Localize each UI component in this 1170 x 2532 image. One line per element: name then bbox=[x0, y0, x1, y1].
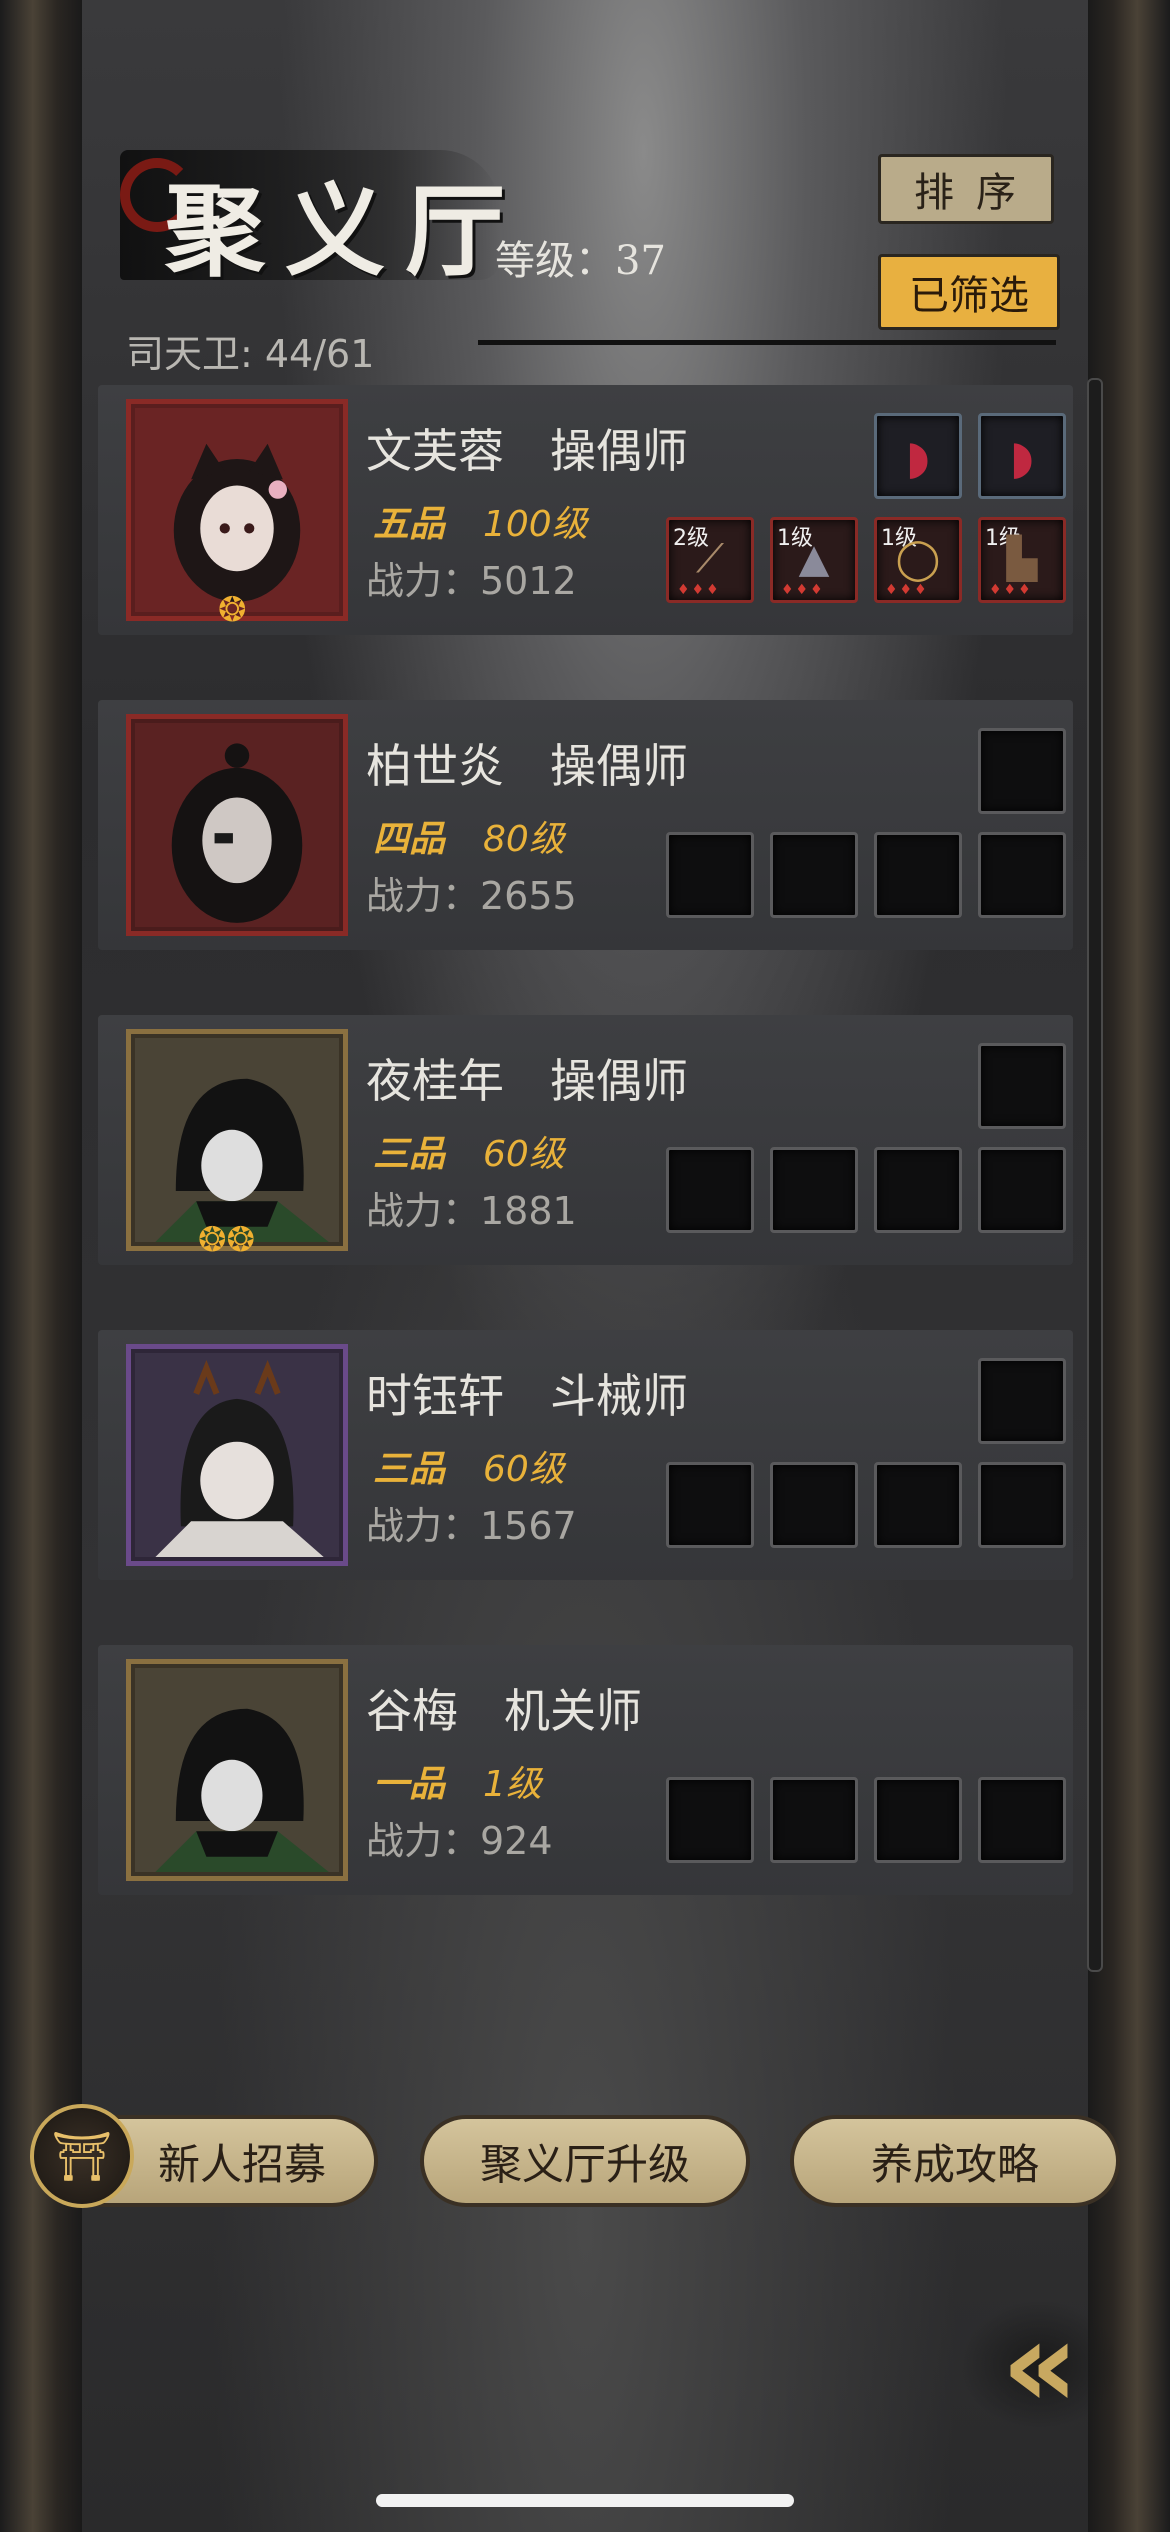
header-divider bbox=[478, 340, 1056, 345]
member-level: 60级 bbox=[483, 1449, 565, 1490]
armor-icon: ◗ bbox=[905, 430, 931, 484]
member-card[interactable]: 柏世炎 操偶师 四品 80级 战力：2655 bbox=[98, 700, 1073, 950]
portrait-frame bbox=[126, 714, 348, 936]
member-rank: 三品 bbox=[373, 1134, 446, 1175]
empty-armor-slot[interactable] bbox=[978, 1358, 1066, 1444]
member-card[interactable]: ❂❂ 夜桂年 操偶师 三品 60级 战力：1881 bbox=[98, 1015, 1073, 1265]
empty-equip-slot[interactable] bbox=[770, 832, 858, 918]
member-rank: 一品 bbox=[373, 1764, 446, 1805]
member-card[interactable]: ❂ 文芙蓉 操偶师 五品 100级 战力：5012 ◗ ◗ 2级 ⟋ ♦♦♦ 1… bbox=[98, 385, 1073, 635]
portrait-frame bbox=[126, 399, 348, 621]
member-power: 战力：5012 bbox=[366, 559, 577, 603]
empty-equip-slot[interactable] bbox=[666, 1462, 754, 1548]
gem-icons: ♦♦♦ bbox=[885, 582, 929, 598]
home-indicator[interactable] bbox=[376, 2494, 794, 2507]
member-name: 谷梅 机关师 bbox=[366, 1684, 642, 1738]
boots-icon: ▙ bbox=[1006, 536, 1038, 582]
member-name: 文芙蓉 操偶师 bbox=[366, 424, 688, 478]
character-portrait bbox=[135, 1668, 339, 1872]
character-portrait bbox=[135, 1038, 339, 1242]
gold-swirl-icon: ❂ bbox=[218, 590, 247, 630]
sort-button[interactable]: 排序 bbox=[878, 154, 1054, 224]
equip-slot[interactable]: 2级 ⟋ ♦♦♦ bbox=[666, 517, 754, 603]
portrait-frame bbox=[126, 1659, 348, 1881]
armor-slot[interactable]: ◗ bbox=[874, 413, 962, 499]
portrait-frame bbox=[126, 1344, 348, 1566]
member-level: 100级 bbox=[483, 504, 588, 545]
character-portrait bbox=[135, 1353, 339, 1557]
member-rank: 三品 bbox=[373, 1449, 446, 1490]
armor-icon: ▲ bbox=[798, 536, 830, 582]
hall-upgrade-button[interactable]: 聚义厅升级 bbox=[420, 2115, 750, 2207]
member-power: 战力：1881 bbox=[366, 1189, 577, 1233]
empty-equip-slot[interactable] bbox=[978, 1147, 1066, 1233]
equip-slot[interactable]: 1级 ▙ ♦♦♦ bbox=[978, 517, 1066, 603]
empty-equip-slot[interactable] bbox=[666, 1777, 754, 1863]
empty-equip-slot[interactable] bbox=[770, 1777, 858, 1863]
equip-slot[interactable]: 1级 ▲ ♦♦♦ bbox=[770, 517, 858, 603]
crossbow-icon: ⟋ bbox=[696, 536, 724, 582]
portrait-frame bbox=[126, 1029, 348, 1251]
recruit-token-icon[interactable]: ⛩ bbox=[30, 2104, 134, 2208]
empty-equip-slot[interactable] bbox=[770, 1462, 858, 1548]
empty-equip-slot[interactable] bbox=[770, 1147, 858, 1233]
empty-equip-slot[interactable] bbox=[874, 1462, 962, 1548]
empty-equip-slot[interactable] bbox=[874, 1147, 962, 1233]
back-chevron-icon[interactable]: « bbox=[960, 2296, 1120, 2435]
empty-armor-slot[interactable] bbox=[978, 728, 1066, 814]
empty-equip-slot[interactable] bbox=[978, 832, 1066, 918]
equip-slot[interactable]: 1级 ◯ ♦♦♦ bbox=[874, 517, 962, 603]
member-level: 60级 bbox=[483, 1134, 565, 1175]
empty-equip-slot[interactable] bbox=[874, 832, 962, 918]
page-title: 聚义厅 bbox=[165, 172, 525, 290]
member-count: 司天卫: 44/61 bbox=[126, 332, 375, 376]
hall-level: 等级：37 bbox=[495, 238, 666, 284]
armor-icon: ◗ bbox=[1009, 430, 1035, 484]
gem-icons: ♦♦♦ bbox=[677, 582, 721, 598]
character-portrait bbox=[135, 723, 339, 927]
member-name: 时钰轩 斗械师 bbox=[366, 1369, 688, 1423]
member-card[interactable]: 谷梅 机关师 一品 1级 战力：924 bbox=[98, 1645, 1073, 1895]
member-name: 夜桂年 操偶师 bbox=[366, 1054, 688, 1108]
guide-button[interactable]: 养成攻略 bbox=[790, 2115, 1120, 2207]
member-card[interactable]: 时钰轩 斗械师 三品 60级 战力：1567 bbox=[98, 1330, 1073, 1580]
empty-equip-slot[interactable] bbox=[666, 1147, 754, 1233]
member-level: 1级 bbox=[483, 1764, 542, 1805]
member-rank: 四品 bbox=[373, 819, 446, 860]
empty-equip-slot[interactable] bbox=[874, 1777, 962, 1863]
gem-icons: ♦♦♦ bbox=[989, 582, 1033, 598]
member-name: 柏世炎 操偶师 bbox=[366, 739, 688, 793]
empty-equip-slot[interactable] bbox=[978, 1462, 1066, 1548]
armor-slot[interactable]: ◗ bbox=[978, 413, 1066, 499]
member-level: 80级 bbox=[483, 819, 565, 860]
member-power: 战力：1567 bbox=[366, 1504, 577, 1548]
filter-button[interactable]: 已筛选 bbox=[878, 254, 1060, 330]
member-power: 战力：2655 bbox=[366, 874, 577, 918]
member-rank: 五品 bbox=[373, 504, 446, 545]
empty-equip-slot[interactable] bbox=[978, 1777, 1066, 1863]
character-portrait bbox=[135, 408, 339, 612]
list-scrollbar[interactable] bbox=[1087, 378, 1103, 1972]
empty-equip-slot[interactable] bbox=[666, 832, 754, 918]
empty-armor-slot[interactable] bbox=[978, 1043, 1066, 1129]
member-power: 战力：924 bbox=[366, 1819, 553, 1863]
gold-swirl-icon: ❂❂ bbox=[198, 1220, 255, 1260]
gem-icons: ♦♦♦ bbox=[781, 582, 825, 598]
ring-icon: ◯ bbox=[895, 536, 941, 582]
